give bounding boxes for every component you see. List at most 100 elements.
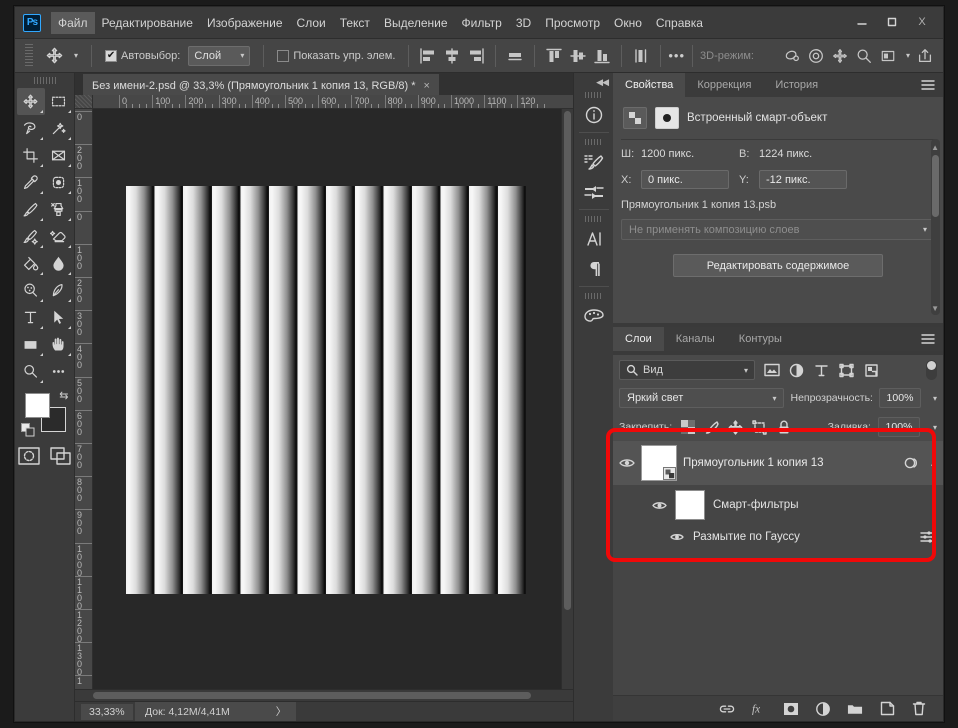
canvas-viewport[interactable] [93,109,573,689]
scroll-down-icon[interactable]: ▼ [931,304,939,313]
shape-filter-icon[interactable] [838,362,855,379]
expand-panels-icon[interactable]: ◀◀ [596,77,609,88]
align-top-edges-icon[interactable] [545,47,563,65]
canvas-horizontal-scrollbar[interactable] [75,689,573,701]
smart-object-thumbnail[interactable] [655,107,679,129]
smart-filters-visibility-icon[interactable] [651,500,667,511]
tool-zoom[interactable] [17,358,45,385]
slide-3d-icon[interactable] [855,47,873,65]
fill-input[interactable]: 100% [877,417,920,437]
active-tool-button[interactable]: ▾ [39,46,84,65]
smart-object-type-icon[interactable] [623,107,647,129]
effect-visibility-icon[interactable] [669,532,685,542]
scrollbar-thumb[interactable] [564,111,571,610]
menu-view[interactable]: Просмотр [538,12,607,34]
show-controls-checkbox[interactable]: ✔ [277,49,290,62]
screen-mode-icon[interactable] [49,447,72,465]
smart-object-filter-icon[interactable] [863,362,880,379]
menu-3d[interactable]: 3D [509,12,538,34]
lock-transparency-icon[interactable] [679,419,696,436]
document-tab[interactable]: Без имени-2.psd @ 33,3% (Прямоугольник 1… [83,74,439,95]
menu-filter[interactable]: Фильтр [455,12,509,34]
align-bottom-edges-icon[interactable] [593,47,611,65]
opacity-chevron-icon[interactable]: ▾ [933,394,937,403]
menu-text[interactable]: Текст [333,12,377,34]
close-icon[interactable]: × [424,80,430,92]
show-controls-group[interactable]: ✔ Показать упр. элем. [271,49,401,62]
add-mask-icon[interactable] [783,701,799,717]
menu-window[interactable]: Окно [607,12,649,34]
tab-paths[interactable]: Контуры [726,327,794,351]
panel-adjustments[interactable] [579,177,609,207]
tool-magic-wand[interactable] [45,115,73,142]
panel-brush-presets[interactable] [579,147,609,177]
menu-select[interactable]: Выделение [377,12,455,34]
menu-edit[interactable]: Редактирование [95,12,200,34]
tool-brush[interactable] [17,196,45,223]
tool-gradient[interactable] [17,250,45,277]
pan-3d-icon[interactable] [831,47,849,65]
panel-paragraph[interactable] [579,254,609,284]
zoom-level-field[interactable]: 33,33% [81,703,133,720]
canvas-vertical-scrollbar[interactable] [561,109,573,689]
opacity-input[interactable]: 100% [878,388,921,408]
distribute-vertical-icon[interactable] [632,47,650,65]
adjustment-layer-icon[interactable] [815,701,831,717]
layer-style-fx-icon[interactable]: fx [751,701,767,717]
tool-hand[interactable] [45,331,73,358]
tool-blur[interactable] [45,250,73,277]
tab-layers[interactable]: Слои [613,327,664,351]
menu-image[interactable]: Изображение [200,12,290,34]
dock-grip[interactable] [584,139,603,145]
foreground-color-swatch[interactable] [24,393,50,418]
layer-thumbnail[interactable] [641,445,677,481]
scrollbar-thumb[interactable] [93,692,532,699]
lock-position-icon[interactable] [727,419,744,436]
panel-info[interactable] [579,100,609,130]
scroll-up-icon[interactable]: ▲ [931,143,939,152]
artboard[interactable] [126,186,526,594]
tab-adjustments[interactable]: Коррекция [685,73,764,97]
align-horizontal-centers-icon[interactable] [443,47,461,65]
autoselect-checkbox[interactable]: ✔ [105,49,118,62]
default-colors-icon[interactable] [20,423,36,438]
smart-filters-row[interactable]: Смарт-фильтры [613,485,943,525]
tool-frame[interactable] [45,142,73,169]
pixel-filter-icon[interactable] [763,362,780,379]
tab-history[interactable]: История [763,73,831,97]
table-row[interactable]: Прямоугольник 1 копия 13 ▴ [613,441,943,485]
new-layer-icon[interactable] [879,701,895,717]
layer-visibility-icon[interactable] [619,457,635,469]
rotate-3d-icon[interactable] [783,47,801,65]
tool-spot-healing-brush[interactable] [45,169,73,196]
chevron-down-icon[interactable]: ▾ [906,51,910,60]
tab-properties[interactable]: Свойства [613,73,686,97]
fill-chevron-icon[interactable]: ▾ [933,423,937,432]
minimize-button[interactable] [847,11,877,33]
share-icon[interactable] [916,47,934,65]
blend-mode-select[interactable]: Яркий свет ▾ [619,388,785,408]
distribute-horizontal-icon[interactable] [506,47,524,65]
panel-menu-icon[interactable] [921,79,935,91]
smart-filter-indicator-icon[interactable] [903,455,919,471]
tool-preset-chevron-icon[interactable]: ▾ [74,51,78,60]
options-bar-grip[interactable] [25,43,33,68]
autoselect-scope-select[interactable]: Слой ▾ [188,45,251,66]
x-input[interactable]: 0 пикс. [641,170,729,189]
tool-eraser[interactable] [45,223,73,250]
scale-3d-icon[interactable] [879,47,897,65]
filter-kind-select[interactable]: Вид ▾ [619,360,755,380]
filter-toggle[interactable] [926,360,937,380]
dock-grip[interactable] [584,293,603,299]
properties-scrollbar[interactable] [931,139,940,315]
y-input[interactable]: -12 пикс. [759,170,847,189]
lock-image-icon[interactable] [703,419,720,436]
tool-type[interactable] [17,304,45,331]
panel-swatches[interactable] [579,301,609,331]
blend-options-icon[interactable] [919,530,943,544]
tool-crop[interactable] [17,142,45,169]
swap-colors-icon[interactable]: ⇆ [59,389,68,402]
align-right-edges-icon[interactable] [467,47,485,65]
tool-edit-toolbar[interactable] [45,358,73,385]
document-size-info[interactable]: Док: 4,12M/4,41M 〉 [135,702,297,721]
